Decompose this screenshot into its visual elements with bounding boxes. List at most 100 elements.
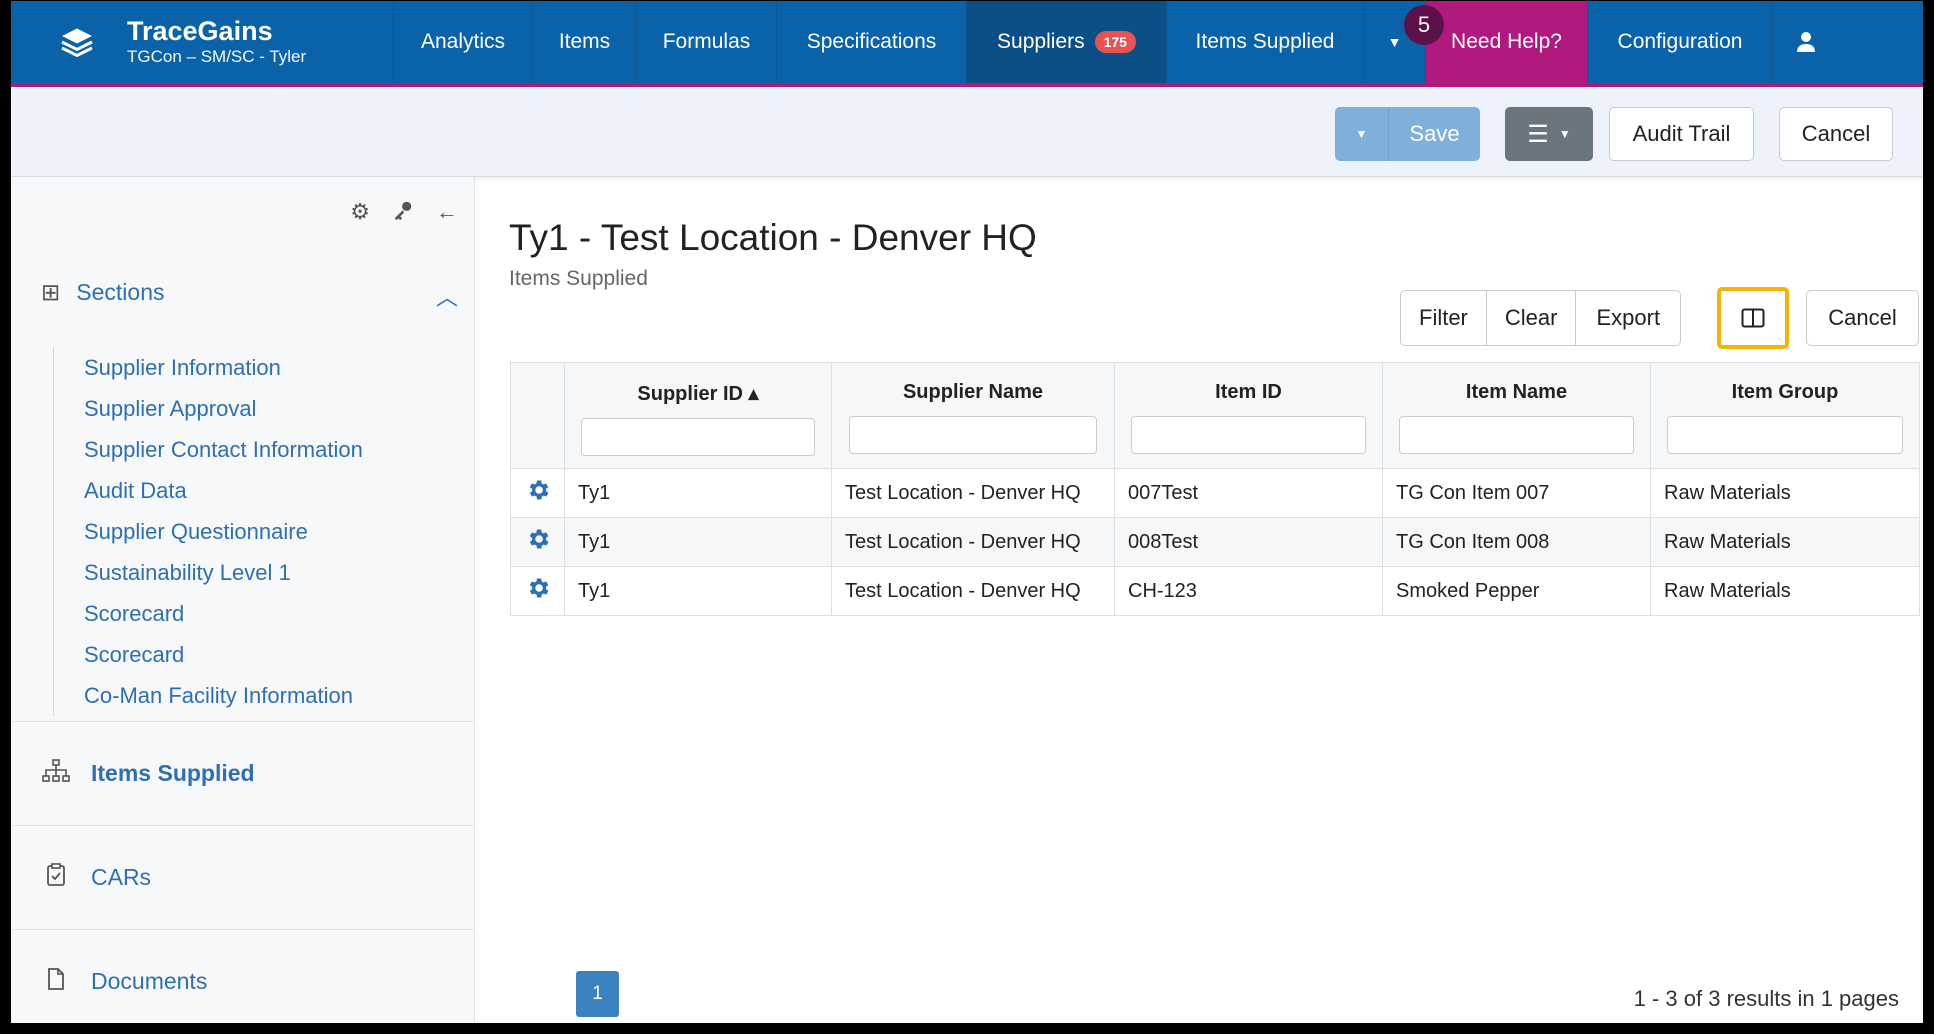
section-link[interactable]: Supplier Information xyxy=(84,347,363,388)
supplier-id-filter-input[interactable] xyxy=(580,418,816,456)
section-link[interactable]: Audit Data xyxy=(84,470,363,511)
gear-icon[interactable] xyxy=(525,526,551,552)
header-label: Supplier Name xyxy=(902,381,1044,403)
header-actions xyxy=(510,362,565,469)
sidebar-item-label: Documents xyxy=(91,968,208,994)
gear-icon[interactable]: ⚙ xyxy=(350,199,370,225)
gear-icon[interactable] xyxy=(525,477,551,503)
cancel-button[interactable]: Cancel xyxy=(1779,107,1893,161)
header-item-id[interactable]: Item ID xyxy=(1114,362,1383,469)
pagination-page-1[interactable]: 1 xyxy=(576,971,619,1017)
cell-item-name: TG Con Item 007 xyxy=(1382,468,1651,518)
cell-item-name: TG Con Item 008 xyxy=(1382,517,1651,567)
item-id-filter-input[interactable] xyxy=(1131,416,1366,454)
gear-icon[interactable] xyxy=(525,575,551,601)
cell-item-id: 008Test xyxy=(1114,517,1383,567)
supplier-name-filter-input[interactable] xyxy=(848,416,1098,454)
header-item-group[interactable]: Item Group xyxy=(1650,362,1920,469)
header-item-name[interactable]: Item Name xyxy=(1382,362,1651,469)
chevron-up-icon[interactable]: ︿ xyxy=(436,280,458,312)
header-supplier-id[interactable]: Supplier ID ▴ xyxy=(564,362,832,469)
pagination-summary: 1 - 3 of 3 results in 1 pages xyxy=(1633,986,1899,1011)
clear-button[interactable]: Clear xyxy=(1486,290,1577,346)
nav-suppliers[interactable]: Suppliers 175 xyxy=(967,1,1167,83)
section-link[interactable]: Scorecard xyxy=(84,593,363,634)
actions-menu-button[interactable]: ☰ ▼ xyxy=(1505,107,1593,161)
row-settings-cell[interactable] xyxy=(510,468,565,518)
caret-down-icon: ▼ xyxy=(1355,127,1368,141)
section-link[interactable]: Sustainability Level 1 xyxy=(84,552,363,593)
page-subtitle: Items Supplied xyxy=(509,267,648,290)
main-content: Ty1 - Test Location - Denver HQ Items Su… xyxy=(476,177,1923,1023)
cell-item-group: Raw Materials xyxy=(1650,468,1920,518)
table-row: Ty1 Test Location - Denver HQ 007Test TG… xyxy=(510,468,1920,518)
brand-name: TraceGains xyxy=(127,16,273,46)
section-link[interactable]: Supplier Questionnaire xyxy=(84,511,363,552)
brand[interactable]: TraceGains TGCon – SM/SC - Tyler xyxy=(11,1,394,83)
document-icon xyxy=(41,967,71,997)
nav-analytics[interactable]: Analytics xyxy=(394,1,533,83)
sidebar-item-label: CARs xyxy=(91,864,152,890)
section-link[interactable]: Co-Man Facility Information xyxy=(84,675,363,716)
sections-header[interactable]: ⊞ Sections xyxy=(41,279,165,306)
section-link[interactable]: Supplier Approval xyxy=(84,388,363,429)
app-frame: TraceGains TGCon – SM/SC - Tyler Analyti… xyxy=(0,0,1934,1034)
items-supplied-table: Supplier ID ▴ Supplier Name Item ID Item… xyxy=(510,362,1920,616)
header-supplier-name[interactable]: Supplier Name xyxy=(831,362,1115,469)
header-label: Supplier ID ▴ xyxy=(637,383,759,405)
cell-item-id: CH-123 xyxy=(1114,566,1383,616)
suppliers-badge: 175 xyxy=(1094,31,1136,53)
user-menu[interactable] xyxy=(1773,1,1839,83)
sidebar-item-documents[interactable]: Documents xyxy=(11,929,474,1023)
save-dropdown-toggle[interactable]: ▼ xyxy=(1335,107,1389,161)
sections-list: Supplier Information Supplier Approval S… xyxy=(53,347,363,716)
nav-configuration[interactable]: Configuration xyxy=(1588,1,1773,83)
filter-button[interactable]: Filter xyxy=(1400,290,1487,346)
grid-cancel-button[interactable]: Cancel xyxy=(1806,290,1919,346)
top-nav: TraceGains TGCon – SM/SC - Tyler Analyti… xyxy=(11,1,1923,87)
nav-label: Configuration xyxy=(1617,30,1743,53)
sidebar-item-label: Items Supplied xyxy=(91,760,255,786)
nav-label: Analytics xyxy=(420,30,506,53)
clipboard-check-icon xyxy=(41,862,71,893)
sidebar: ⚙ ← ⊞ Sections ︿ Supplier Information Su… xyxy=(11,177,475,1023)
row-settings-cell[interactable] xyxy=(510,566,565,616)
sections-label: Sections xyxy=(76,279,165,305)
export-button[interactable]: Export xyxy=(1576,290,1682,346)
nav-items-supplied[interactable]: Items Supplied xyxy=(1167,1,1364,83)
nav-items[interactable]: Items xyxy=(533,1,637,83)
item-group-filter-input[interactable] xyxy=(1667,416,1903,454)
columns-toggle-button[interactable] xyxy=(1717,287,1789,349)
grid-toolbar: Filter Clear Export xyxy=(1400,290,1682,346)
sitemap-icon xyxy=(41,758,71,789)
header-label: Item Group xyxy=(1731,381,1839,403)
help-count-badge: 5 xyxy=(1404,5,1444,45)
save-button-group[interactable]: ▼ Save xyxy=(1335,107,1480,161)
row-settings-cell[interactable] xyxy=(510,517,565,567)
cell-supplier-id: Ty1 xyxy=(564,468,832,518)
nav-formulas[interactable]: Formulas xyxy=(637,1,777,83)
nav-label: Items Supplied xyxy=(1195,30,1335,53)
section-link[interactable]: Supplier Contact Information xyxy=(84,429,363,470)
table-row: Ty1 Test Location - Denver HQ 008Test TG… xyxy=(510,517,1920,567)
nav-need-help[interactable]: 5 Need Help? xyxy=(1404,1,1588,83)
nav-label: Suppliers xyxy=(997,30,1085,53)
user-icon xyxy=(1797,32,1815,52)
cell-supplier-id: Ty1 xyxy=(564,566,832,616)
sidebar-item-cars[interactable]: CARs xyxy=(11,825,474,929)
page-title: Ty1 - Test Location - Denver HQ xyxy=(509,217,1037,258)
nav-label: Specifications xyxy=(806,30,937,53)
caret-down-icon: ▼ xyxy=(1387,34,1402,50)
sidebar-item-items-supplied[interactable]: Items Supplied xyxy=(11,721,474,825)
item-name-filter-input[interactable] xyxy=(1399,416,1634,454)
audit-trail-button[interactable]: Audit Trail xyxy=(1609,107,1754,161)
nav-specifications[interactable]: Specifications xyxy=(777,1,967,83)
save-button[interactable]: Save xyxy=(1389,107,1480,161)
cell-supplier-name: Test Location - Denver HQ xyxy=(831,468,1115,518)
key-icon[interactable] xyxy=(392,199,414,221)
action-bar: ▼ Save ☰ ▼ Audit Trail Cancel xyxy=(11,87,1923,177)
collapse-arrow-icon[interactable]: ← xyxy=(436,199,458,225)
cell-item-group: Raw Materials xyxy=(1650,566,1920,616)
section-link[interactable]: Scorecard xyxy=(84,634,363,675)
columns-icon xyxy=(1741,308,1765,328)
